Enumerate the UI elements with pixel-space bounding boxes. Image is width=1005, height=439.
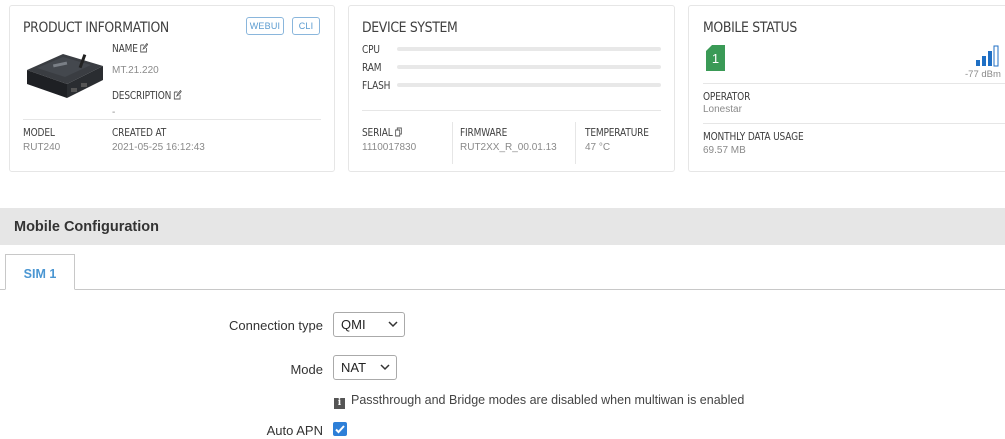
temperature-value: 47 °C — [585, 142, 611, 153]
connection-type-select[interactable]: QMI — [333, 312, 405, 337]
product-information-card: PRODUCT INFORMATION WEBUI CLI NAME MT.21… — [9, 5, 335, 172]
description-label: DESCRIPTION — [112, 89, 182, 102]
mobile-configuration-header: Mobile Configuration — [0, 208, 1005, 245]
name-label: NAME — [112, 42, 149, 55]
tab-sim-1[interactable]: SIM 1 — [5, 254, 75, 290]
signal-dbm-value: -77 dBm — [965, 69, 1001, 80]
mobile-status-card: MOBILE STATUS 1 -77 dBm OPERATOR Lonesta… — [688, 5, 1005, 172]
ram-usage-bar — [397, 65, 661, 69]
auto-apn-label: Auto APN — [266, 423, 323, 438]
webui-button[interactable]: WEBUI — [246, 17, 284, 35]
section-title: Mobile Configuration — [14, 219, 159, 235]
cli-button[interactable]: CLI — [292, 17, 320, 35]
name-value: MT.21.220 — [112, 65, 159, 76]
router-device-image — [27, 54, 103, 98]
model-value: RUT240 — [23, 142, 61, 153]
edit-icon[interactable] — [140, 43, 149, 53]
mode-select[interactable]: NAT — [333, 355, 397, 380]
operator-label: OPERATOR — [703, 90, 751, 103]
ram-label: RAM — [362, 61, 382, 74]
connection-type-label: Connection type — [229, 318, 323, 333]
device-card-title: DEVICE SYSTEM — [362, 20, 458, 36]
temperature-label: TEMPERATURE — [585, 126, 649, 139]
description-value: - — [112, 107, 116, 118]
cpu-usage-bar — [397, 47, 661, 51]
checkmark-icon — [335, 425, 345, 434]
firmware-value: RUT2XX_R_00.01.13 — [460, 142, 557, 153]
tabs-divider — [0, 289, 1005, 290]
flash-usage-bar — [397, 83, 661, 87]
created-at-label: CREATED AT — [112, 126, 167, 139]
connection-type-value: QMI — [341, 317, 366, 332]
sim-card-icon: 1 — [706, 45, 725, 71]
auto-apn-checkbox[interactable] — [333, 422, 347, 436]
copy-icon[interactable] — [395, 127, 403, 137]
info-icon: i — [334, 398, 345, 409]
mobile-card-title: MOBILE STATUS — [703, 20, 797, 36]
mode-value: NAT — [341, 360, 367, 375]
chevron-down-icon — [380, 364, 390, 371]
firmware-label: FIRMWARE — [460, 126, 508, 139]
mode-hint-text: Passthrough and Bridge modes are disable… — [351, 393, 745, 407]
serial-label: SERIAL — [362, 126, 403, 139]
cpu-label: CPU — [362, 43, 380, 56]
monthly-data-usage-label: MONTHLY DATA USAGE — [703, 130, 804, 143]
created-at-value: 2021-05-25 16:12:43 — [112, 142, 205, 153]
monthly-data-usage-value: 69.57 MB — [703, 145, 746, 156]
model-label: MODEL — [23, 126, 55, 139]
product-card-title: PRODUCT INFORMATION — [23, 20, 169, 36]
serial-value: 1110017830 — [362, 142, 417, 153]
mode-label: Mode — [290, 362, 323, 377]
operator-value: Lonestar — [703, 104, 742, 115]
chevron-down-icon — [388, 321, 398, 328]
edit-icon[interactable] — [174, 90, 182, 100]
device-system-card: DEVICE SYSTEM CPU RAM FLASH SERIAL 11100… — [348, 5, 675, 172]
signal-strength-icon — [976, 45, 999, 67]
mode-hint: i Passthrough and Bridge modes are disabl… — [334, 393, 744, 409]
flash-label: FLASH — [362, 79, 391, 92]
